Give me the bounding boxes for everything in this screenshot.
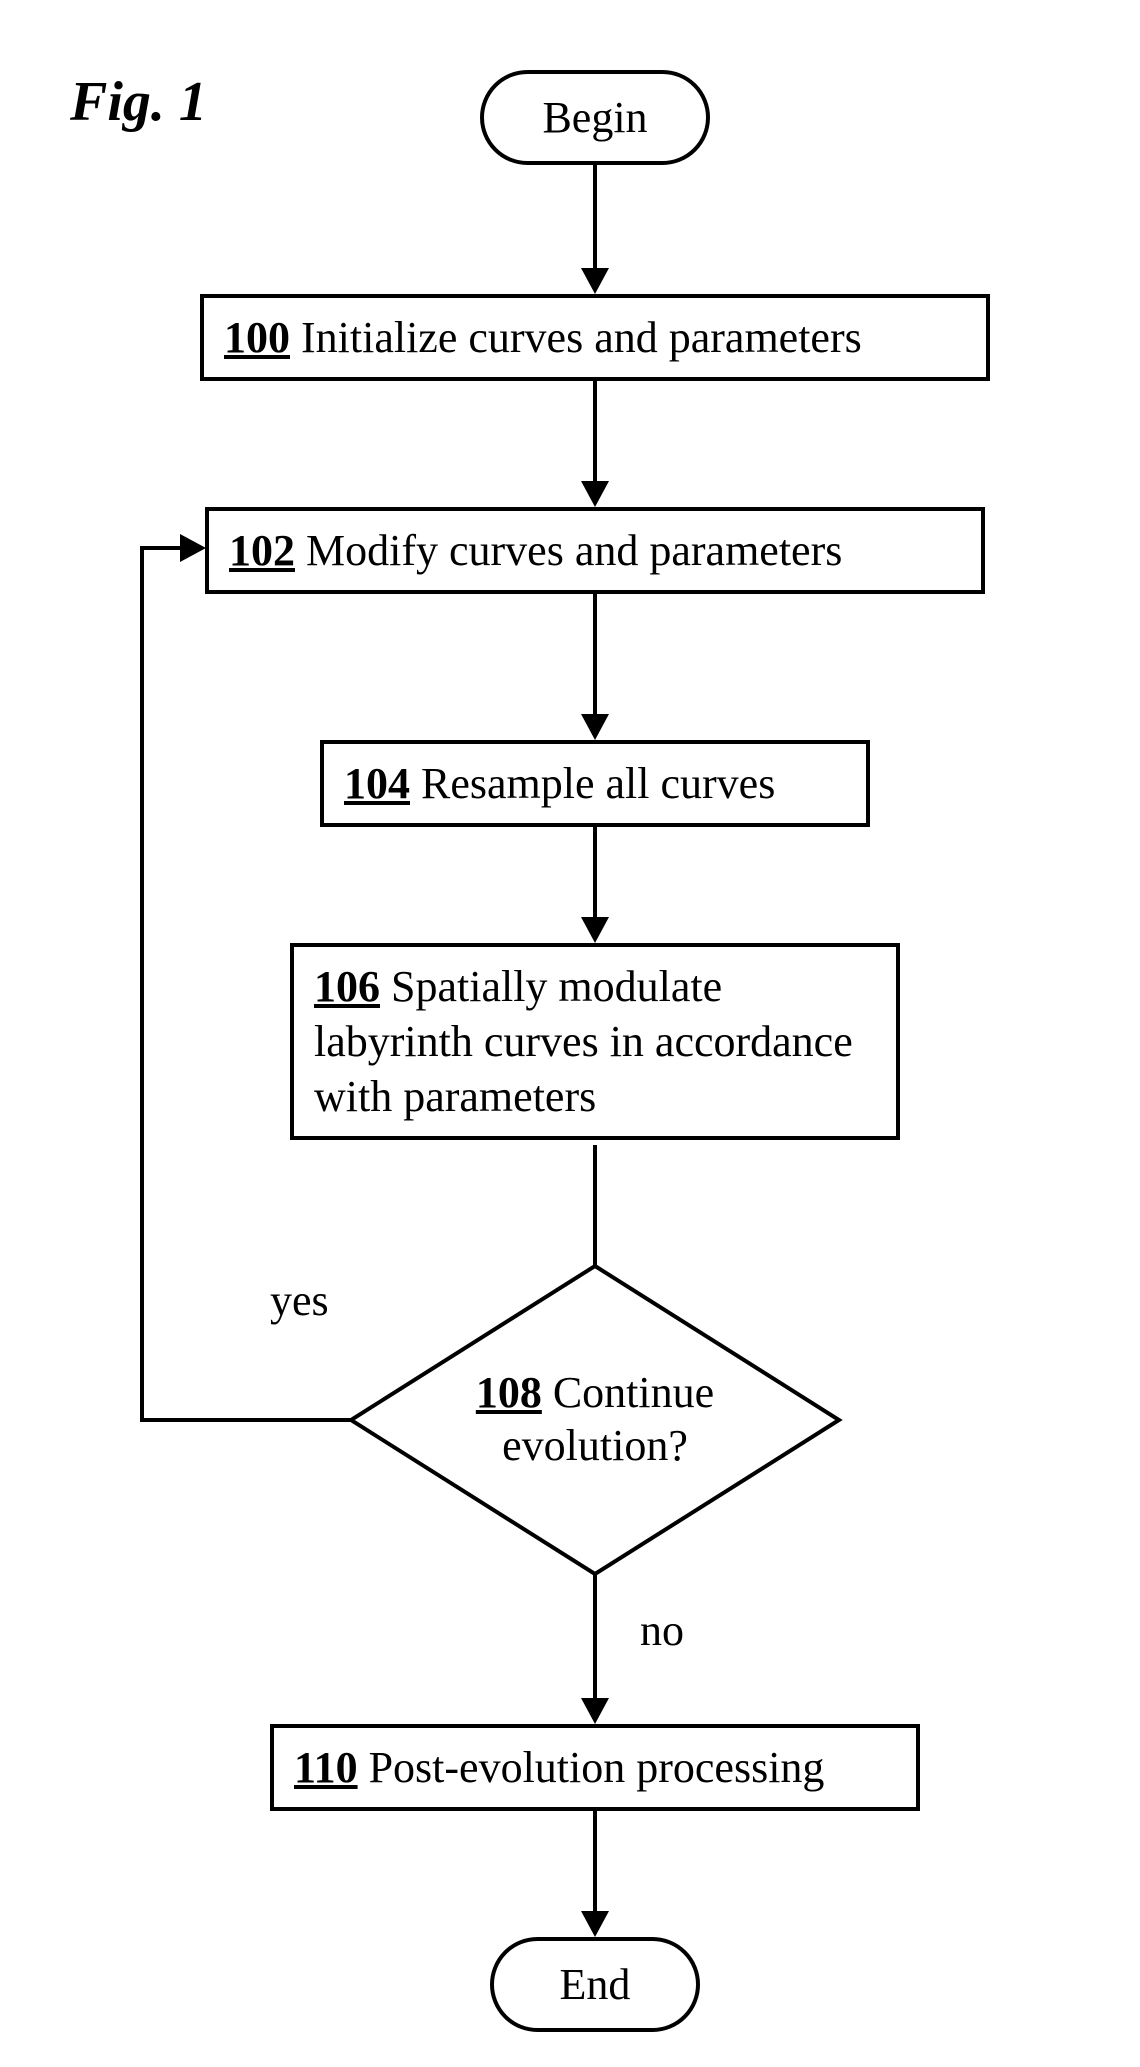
- arrowhead-icon: [180, 534, 206, 562]
- step-100-num: 100: [224, 313, 290, 362]
- arrow-line: [140, 548, 144, 1422]
- step-110-num: 110: [294, 1743, 358, 1792]
- step-108-text: 108 Continue evolution?: [345, 1260, 845, 1580]
- step-110: 110 Post-evolution processing: [270, 1724, 920, 1811]
- arrowhead-icon: [581, 917, 609, 943]
- arrow-line: [593, 378, 597, 488]
- edge-no-label: no: [640, 1605, 684, 1656]
- arrow-line: [593, 1575, 597, 1705]
- step-108-line1: Continue: [542, 1368, 714, 1417]
- arrowhead-icon: [581, 481, 609, 507]
- step-104-text: Resample all curves: [410, 759, 775, 808]
- terminal-begin-label: Begin: [542, 92, 647, 143]
- arrowhead-icon: [581, 1698, 609, 1724]
- arrow-line: [593, 1808, 597, 1918]
- step-106-text: Spatially modulate labyrinth curves in a…: [314, 962, 853, 1121]
- step-102-text: Modify curves and parameters: [295, 526, 842, 575]
- arrow-line: [593, 824, 597, 924]
- edge-yes-label: yes: [270, 1275, 329, 1326]
- arrow-line: [593, 165, 597, 275]
- arrow-line: [140, 546, 185, 550]
- step-102-num: 102: [229, 526, 295, 575]
- step-104-num: 104: [344, 759, 410, 808]
- terminal-end: End: [490, 1937, 700, 2032]
- step-100-text: Initialize curves and parameters: [290, 313, 862, 362]
- terminal-begin: Begin: [480, 70, 710, 165]
- step-100: 100 Initialize curves and parameters: [200, 294, 990, 381]
- arrow-line: [140, 1418, 353, 1422]
- figure-title: Fig. 1: [70, 70, 207, 134]
- step-104: 104 Resample all curves: [320, 740, 870, 827]
- step-108-num: 108: [476, 1368, 542, 1417]
- step-108-decision: 108 Continue evolution?: [345, 1260, 845, 1580]
- arrowhead-icon: [581, 1911, 609, 1937]
- arrow-line: [593, 591, 597, 721]
- arrowhead-icon: [581, 268, 609, 294]
- step-106: 106 Spatially modulate labyrinth curves …: [290, 943, 900, 1140]
- step-110-text: Post-evolution processing: [358, 1743, 825, 1792]
- step-108-line2: evolution?: [502, 1420, 688, 1473]
- step-102: 102 Modify curves and parameters: [205, 507, 985, 594]
- step-106-num: 106: [314, 962, 380, 1011]
- arrowhead-icon: [581, 714, 609, 740]
- terminal-end-label: End: [560, 1959, 631, 2010]
